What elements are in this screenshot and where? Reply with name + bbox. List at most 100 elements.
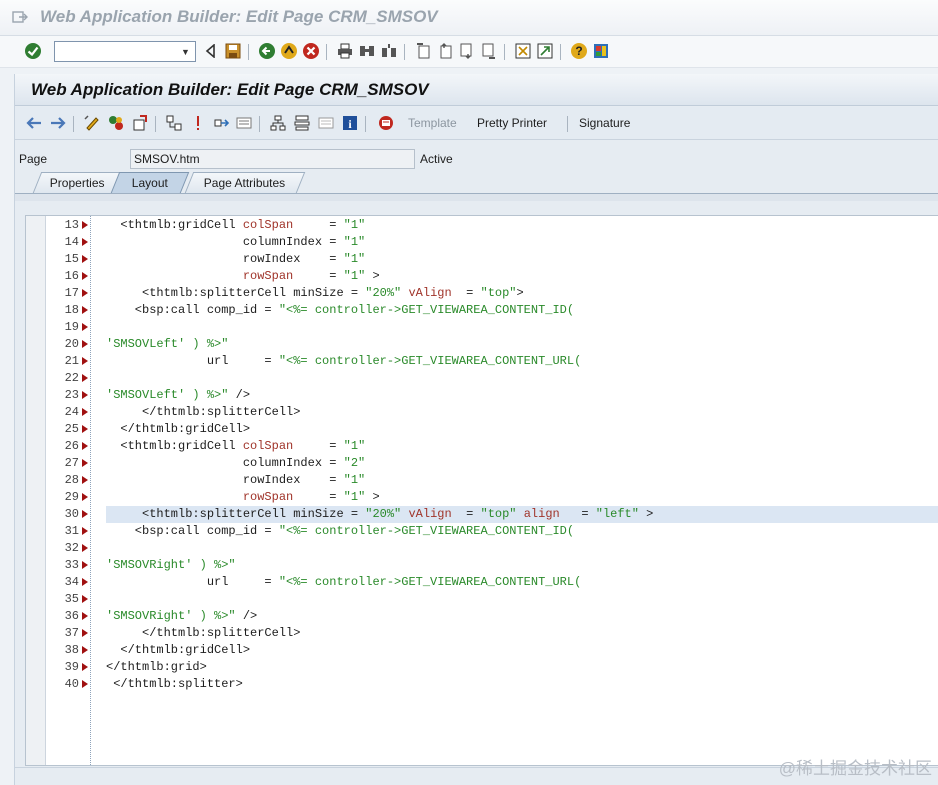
line-marker-icon[interactable] [82, 238, 88, 246]
line-marker-icon[interactable] [82, 663, 88, 671]
help-icon[interactable]: ? [570, 42, 588, 60]
tab-layout[interactable]: Layout [110, 172, 190, 193]
code-line[interactable]: 25 </thtmlb:gridCell> [26, 421, 938, 438]
line-marker-icon[interactable] [82, 595, 88, 603]
code-line[interactable]: 24 </thtmlb:splitterCell> [26, 404, 938, 421]
line-marker-icon[interactable] [82, 646, 88, 654]
code-line[interactable]: 15 rowIndex = "1" [26, 251, 938, 268]
layout-menu-icon[interactable] [592, 42, 610, 60]
code-line[interactable]: 27 columnIndex = "2" [26, 455, 938, 472]
line-marker-icon[interactable] [82, 408, 88, 416]
code-line[interactable]: 13 <thtmlb:gridCell colSpan = "1" [26, 217, 938, 234]
enter-check-icon[interactable] [24, 42, 42, 60]
template-button[interactable]: Template [408, 116, 457, 130]
line-marker-icon[interactable] [82, 272, 88, 280]
first-page-icon[interactable] [414, 42, 432, 60]
line-marker-icon[interactable] [82, 493, 88, 501]
last-page-icon[interactable] [480, 42, 498, 60]
line-marker-icon[interactable] [82, 510, 88, 518]
command-dropdown-icon[interactable]: ▼ [176, 42, 195, 61]
save-icon[interactable] [224, 42, 242, 60]
activate-icon[interactable] [131, 114, 149, 132]
line-marker-icon[interactable] [82, 425, 88, 433]
print-icon[interactable] [336, 42, 354, 60]
code-line[interactable]: 35 [26, 591, 938, 608]
shortcut-icon[interactable] [536, 42, 554, 60]
page-field[interactable]: SMSOV.htm [130, 149, 415, 169]
display-object-list-icon[interactable] [235, 114, 253, 132]
line-marker-icon[interactable] [82, 442, 88, 450]
line-marker-icon[interactable] [82, 221, 88, 229]
previous-page-icon[interactable] [436, 42, 454, 60]
back-arrow-icon[interactable] [25, 114, 43, 132]
template-wizard-icon[interactable] [377, 114, 395, 132]
find-icon[interactable] [358, 42, 376, 60]
line-marker-icon[interactable] [82, 544, 88, 552]
back-icon[interactable] [258, 42, 276, 60]
code-line[interactable]: 26 <thtmlb:gridCell colSpan = "1" [26, 438, 938, 455]
tab-properties[interactable]: Properties [32, 172, 122, 193]
code-line[interactable]: 19 [26, 319, 938, 336]
line-marker-icon[interactable] [82, 578, 88, 586]
code-line[interactable]: 30 <thtmlb:splitterCell minSize = "20%" … [26, 506, 938, 523]
next-page-icon[interactable] [458, 42, 476, 60]
line-marker-icon[interactable] [82, 391, 88, 399]
code-line[interactable]: 14 columnIndex = "1" [26, 234, 938, 251]
code-line[interactable]: 16 rowSpan = "1" > [26, 268, 938, 285]
tab-page-attributes[interactable]: Page Attributes [184, 172, 306, 193]
signature-button[interactable]: Signature [579, 116, 630, 130]
display-change-icon[interactable] [83, 114, 101, 132]
command-field[interactable] [54, 41, 196, 62]
code-line[interactable]: 17 <thtmlb:splitterCell minSize = "20%" … [26, 285, 938, 302]
code-line[interactable]: 28 rowIndex = "1" [26, 472, 938, 489]
line-marker-icon[interactable] [82, 561, 88, 569]
object-list-icon[interactable] [165, 114, 183, 132]
mime-icon[interactable] [317, 114, 335, 132]
code-line[interactable]: 20 'SMSOVLeft' ) %>" [26, 336, 938, 353]
menu-exit-icon[interactable] [12, 10, 28, 24]
code-line[interactable]: 34 url = "<%= controller->GET_VIEWAREA_C… [26, 574, 938, 591]
code-line[interactable]: 29 rowSpan = "1" > [26, 489, 938, 506]
code-line[interactable]: 33 'SMSOVRight' ) %>" [26, 557, 938, 574]
back-arrow-icon[interactable] [202, 42, 220, 60]
pretty-printer-button[interactable]: Pretty Printer [477, 116, 547, 130]
new-session-icon[interactable] [514, 42, 532, 60]
code-line[interactable]: 40 </thtmlb:splitter> [26, 676, 938, 693]
line-marker-icon[interactable] [82, 527, 88, 535]
code-line[interactable]: 38 </thtmlb:gridCell> [26, 642, 938, 659]
hierarchy-icon[interactable] [269, 114, 287, 132]
code-token: rowSpan [242, 490, 294, 504]
code-line[interactable]: 37 </thtmlb:splitterCell> [26, 625, 938, 642]
code-line[interactable]: 31 <bsp:call comp_id = "<%= controller->… [26, 523, 938, 540]
line-marker-icon[interactable] [82, 459, 88, 467]
line-marker-icon[interactable] [82, 612, 88, 620]
line-marker-icon[interactable] [82, 306, 88, 314]
exit-icon[interactable] [280, 42, 298, 60]
line-marker-icon[interactable] [82, 680, 88, 688]
line-marker-icon[interactable] [82, 476, 88, 484]
find-next-icon[interactable] [380, 42, 398, 60]
forward-arrow-icon[interactable] [49, 114, 67, 132]
navigation-icon[interactable] [213, 114, 231, 132]
where-used-icon[interactable] [189, 114, 207, 132]
pattern-icon[interactable] [293, 114, 311, 132]
code-line[interactable]: 22 [26, 370, 938, 387]
code-line[interactable]: 18 <bsp:call comp_id = "<%= controller->… [26, 302, 938, 319]
line-marker-icon[interactable] [82, 374, 88, 382]
line-marker-icon[interactable] [82, 255, 88, 263]
code-line[interactable]: 23 'SMSOVLeft' ) %>" /> [26, 387, 938, 404]
line-marker-icon[interactable] [82, 289, 88, 297]
line-marker-icon[interactable] [82, 629, 88, 637]
code-line[interactable]: 32 [26, 540, 938, 557]
info-icon[interactable]: i [341, 114, 359, 132]
check-syntax-icon[interactable] [107, 114, 125, 132]
code-line[interactable]: 39 </thtmlb:grid> [26, 659, 938, 676]
code-line[interactable]: 21 url = "<%= controller->GET_VIEWAREA_C… [26, 353, 938, 370]
code-token: "<%= controller->GET_VIEWAREA_CONTENT_ID… [278, 303, 575, 317]
code-editor[interactable]: 13 <thtmlb:gridCell colSpan = "1" 14 colu… [25, 215, 938, 766]
line-marker-icon[interactable] [82, 357, 88, 365]
cancel-icon[interactable] [302, 42, 320, 60]
code-line[interactable]: 36 'SMSOVRight' ) %>" /> [26, 608, 938, 625]
line-marker-icon[interactable] [82, 340, 88, 348]
line-marker-icon[interactable] [82, 323, 88, 331]
